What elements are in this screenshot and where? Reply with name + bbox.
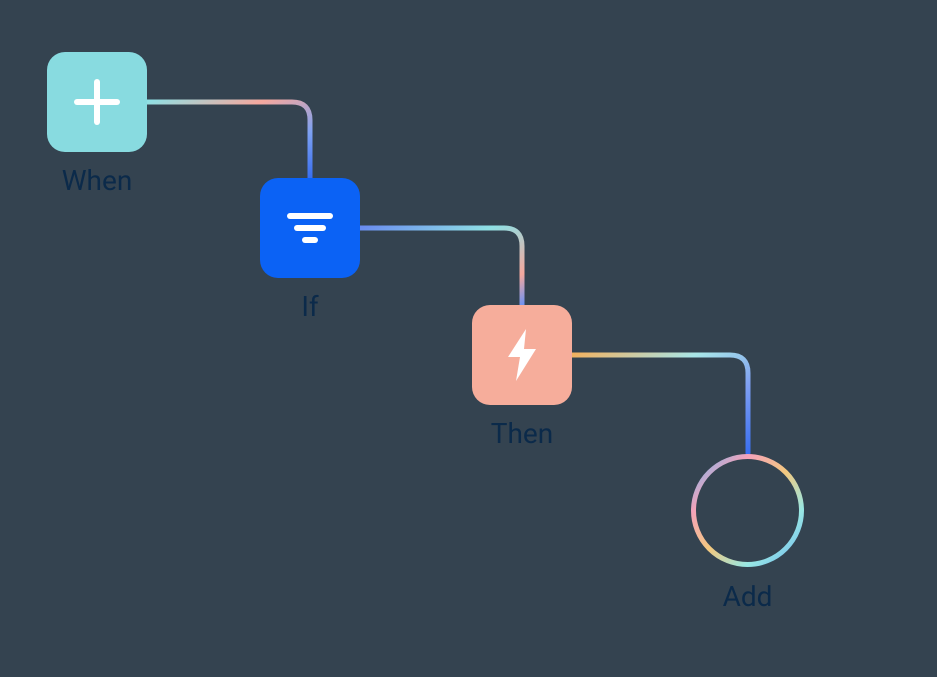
filter-icon bbox=[285, 208, 335, 248]
add-node[interactable] bbox=[690, 453, 805, 568]
lightning-icon bbox=[502, 327, 542, 383]
plus-icon bbox=[723, 486, 772, 535]
add-label: Add bbox=[690, 580, 805, 613]
add-circle bbox=[690, 453, 805, 568]
plus-icon bbox=[71, 76, 123, 128]
if-node[interactable] bbox=[260, 178, 360, 278]
when-label: When bbox=[47, 164, 147, 197]
when-node[interactable] bbox=[47, 52, 147, 152]
if-label: If bbox=[260, 290, 360, 323]
then-label: Then bbox=[472, 417, 572, 450]
flow-diagram: When If Then Add bbox=[0, 0, 937, 677]
then-node[interactable] bbox=[472, 305, 572, 405]
